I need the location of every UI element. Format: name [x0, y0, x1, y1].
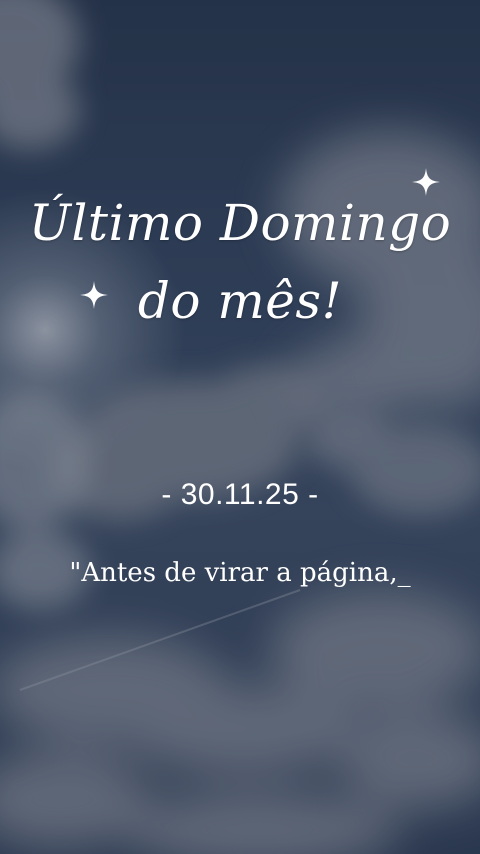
dim-overlay: [0, 0, 480, 854]
sparkle-icon: [412, 168, 440, 196]
quote-text: "Antes de virar a página,_: [69, 558, 411, 588]
story-screen: Último Domingo do mês! - 30.11.25 - "Ant…: [0, 0, 480, 854]
headline-line-2: do mês!: [137, 272, 343, 330]
event-date: - 30.11.25 -: [161, 478, 319, 511]
headline-line-1: Último Domingo: [28, 194, 452, 252]
